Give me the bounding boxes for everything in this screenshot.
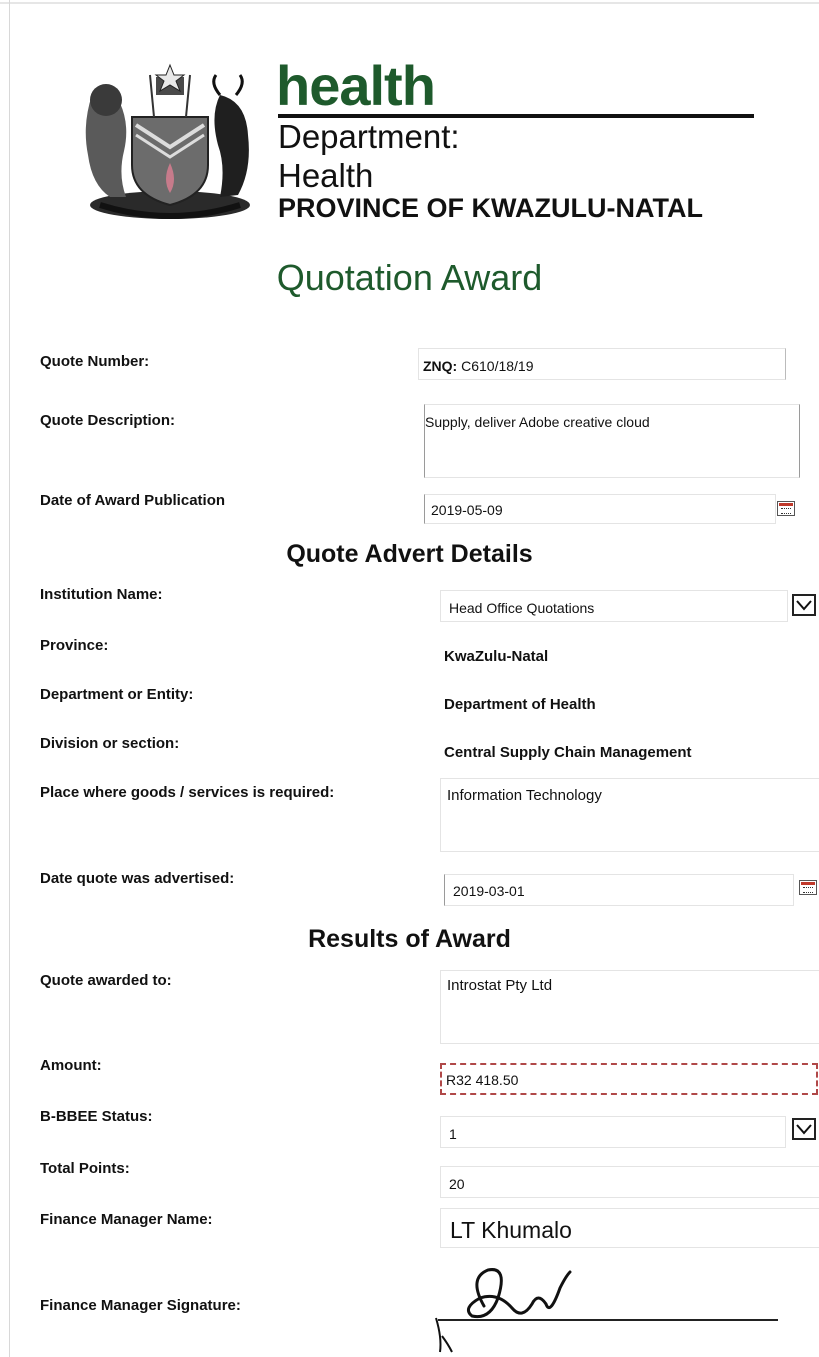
chevron-down-icon — [796, 1124, 812, 1135]
place-value: Information Technology — [447, 787, 602, 804]
awarded-to-field[interactable]: Introstat Pty Ltd — [440, 970, 819, 1044]
bbbee-value: 1 — [449, 1126, 457, 1142]
quote-description-field[interactable]: Supply, deliver Adobe creative cloud — [424, 404, 800, 478]
chevron-down-icon — [796, 600, 812, 611]
amount-value: R32 418.50 — [446, 1072, 519, 1088]
handwritten-signature — [435, 1268, 572, 1353]
bbbee-select[interactable]: 1 — [440, 1116, 786, 1148]
calendar-icon[interactable] — [799, 880, 817, 895]
advertised-date-value: 2019-03-01 — [453, 883, 525, 899]
awarded-to-value: Introstat Pty Ltd — [447, 977, 553, 994]
amount-field[interactable]: R32 418.50 — [440, 1063, 818, 1095]
institution-label: Institution Name: — [40, 586, 163, 603]
department-label: Department: — [278, 118, 460, 155]
signature-line — [438, 1319, 778, 1321]
quote-description-value: Supply, deliver Adobe creative cloud — [425, 414, 650, 430]
quote-number-field[interactable]: ZNQ: C610/18/19 — [418, 348, 786, 380]
amount-label: Amount: — [40, 1057, 102, 1074]
quote-number-label: Quote Number: — [40, 353, 150, 370]
division-label: Division or section: — [40, 735, 180, 752]
coat-of-arms-icon — [85, 63, 250, 219]
fm-name-label: Finance Manager Name: — [40, 1211, 213, 1228]
place-field[interactable]: Information Technology — [440, 778, 819, 852]
page-top-edge — [0, 2, 819, 4]
bbbee-dropdown[interactable] — [792, 1118, 816, 1140]
department-entity-label: Department or Entity: — [40, 686, 194, 703]
quote-number-prefix: ZNQ: — [423, 358, 458, 374]
fm-signature-label: Finance Manager Signature: — [40, 1297, 241, 1314]
awarded-to-label: Quote awarded to: — [40, 972, 172, 989]
award-date-field[interactable]: 2019-05-09 — [424, 494, 776, 524]
department-entity-value: Department of Health — [444, 696, 596, 713]
division-value: Central Supply Chain Management — [444, 744, 692, 761]
department-name: Health — [278, 157, 374, 194]
province-heading: PROVINCE OF KWAZULU-NATAL — [278, 193, 703, 223]
advertised-date-field[interactable]: 2019-03-01 — [444, 874, 794, 906]
brand-word: health — [276, 54, 436, 117]
place-label: Place where goods / services is required… — [40, 784, 335, 801]
quote-description-label: Quote Description: — [40, 412, 176, 429]
total-points-value: 20 — [449, 1176, 465, 1192]
results-heading: Results of Award — [308, 925, 511, 953]
total-points-field[interactable]: 20 — [440, 1166, 819, 1198]
award-date-value: 2019-05-09 — [431, 502, 503, 518]
fm-name-value: LT Khumalo — [450, 1217, 572, 1243]
calendar-icon[interactable] — [777, 501, 795, 516]
province-label: Province: — [40, 637, 109, 654]
total-points-label: Total Points: — [40, 1160, 130, 1177]
bbbee-label: B-BBEE Status: — [40, 1108, 153, 1125]
award-date-label: Date of Award Publication — [40, 492, 226, 509]
advert-details-heading: Quote Advert Details — [286, 540, 533, 568]
institution-dropdown[interactable] — [792, 594, 816, 616]
institution-select[interactable]: Head Office Quotations — [440, 590, 788, 622]
institution-value: Head Office Quotations — [449, 600, 595, 616]
advertised-date-label: Date quote was advertised: — [40, 870, 235, 887]
quotation-award-page: health Department: Health PROVINCE OF KW… — [0, 0, 819, 1357]
page-left-edge — [9, 0, 10, 1357]
quote-number-value: C610/18/19 — [461, 358, 534, 374]
page-title: Quotation Award — [276, 257, 543, 298]
province-value: KwaZulu-Natal — [444, 648, 549, 665]
